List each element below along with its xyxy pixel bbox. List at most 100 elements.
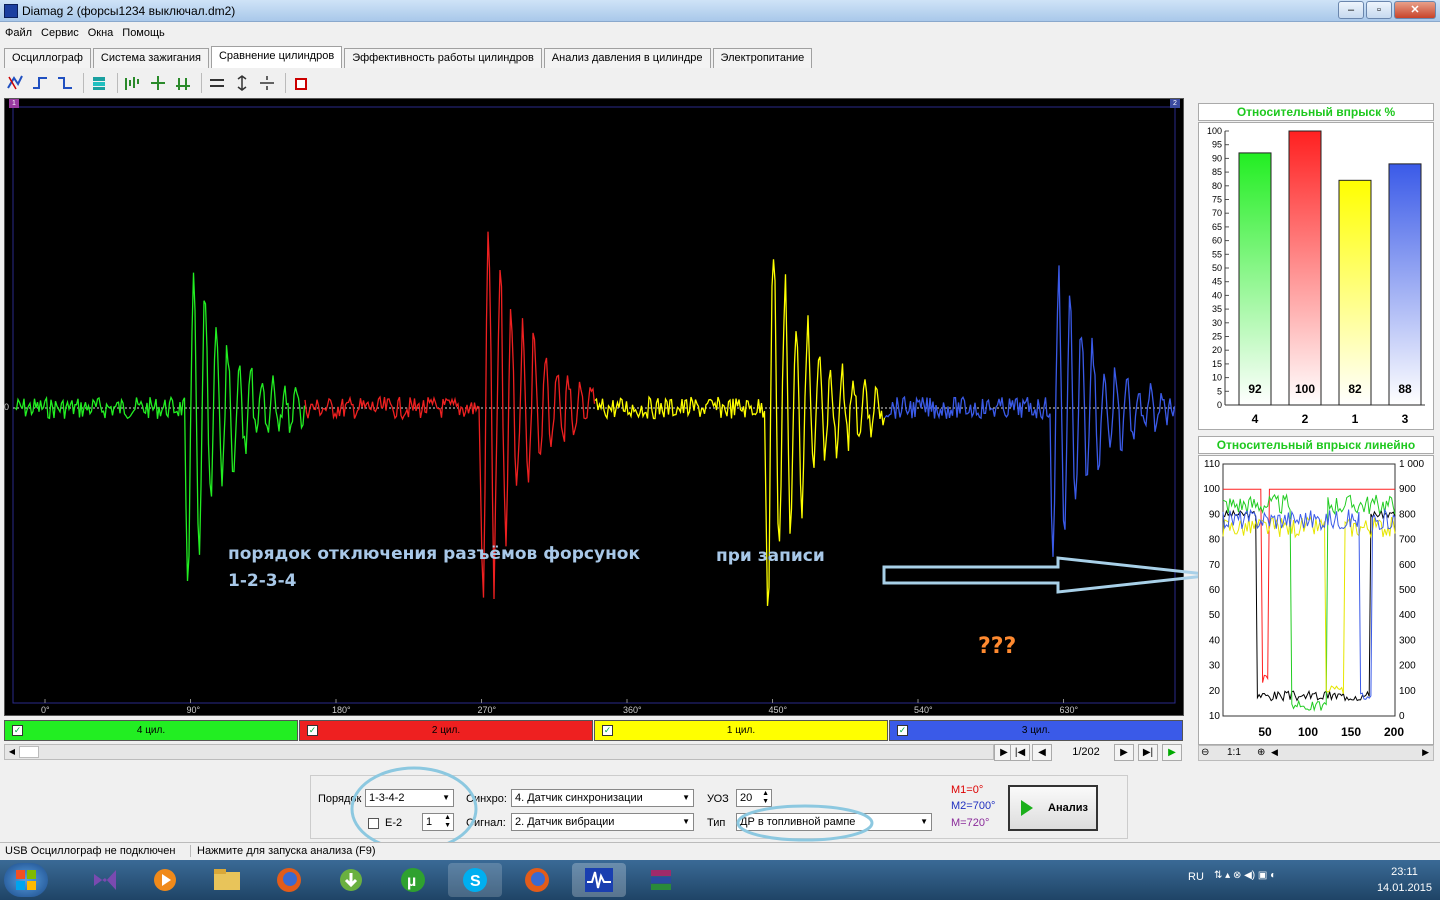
cylinder-checkbox[interactable]: ✓ bbox=[307, 725, 318, 736]
y-tick-label: 80 bbox=[1212, 181, 1222, 191]
cylinder-label: 4 цил. bbox=[136, 725, 166, 736]
tab-cylinder-efficiency[interactable]: Эффективность работы цилиндров bbox=[344, 48, 542, 68]
bar-cylinder-4 bbox=[1238, 152, 1272, 406]
tab-oscilloscope[interactable]: Осциллограф bbox=[4, 48, 91, 68]
horizontal-lines-icon[interactable] bbox=[206, 72, 228, 94]
split-icon[interactable] bbox=[172, 72, 194, 94]
cylinder-bar-1[interactable]: ✓ 1 цил. bbox=[594, 720, 888, 741]
y-tick-label: 15 bbox=[1212, 359, 1222, 369]
clock-date: 14.01.2015 bbox=[1376, 882, 1432, 894]
utorrent-icon[interactable]: µ bbox=[386, 863, 440, 897]
firefox-icon[interactable] bbox=[510, 863, 564, 897]
menu-help[interactable]: Помощь bbox=[122, 27, 165, 39]
cylinder-checkbox[interactable]: ✓ bbox=[602, 725, 613, 736]
y-right-tick-label: 800 bbox=[1399, 509, 1416, 520]
tab-pressure-analysis[interactable]: Анализ давления в цилиндре bbox=[543, 48, 711, 68]
cylinder-checkbox[interactable]: ✓ bbox=[897, 725, 908, 736]
prev-page-icon[interactable]: ◀ bbox=[1032, 744, 1052, 761]
cursor-tool-icon[interactable] bbox=[4, 72, 26, 94]
play-icon[interactable]: ▶ bbox=[1162, 744, 1182, 761]
menu-windows[interactable]: Окна bbox=[88, 27, 114, 39]
oscilloscope-view[interactable]: 0° 90° 180° 270° 360° 450° 540° 630° bbox=[4, 98, 1184, 716]
annotation-order-sequence: 1-2-3-4 bbox=[228, 571, 297, 591]
analyze-label: Анализ bbox=[1048, 802, 1088, 814]
compress-icon[interactable] bbox=[256, 72, 278, 94]
x-tick-label: 50 bbox=[1258, 725, 1272, 739]
last-page-icon[interactable]: ▶| bbox=[1138, 744, 1158, 761]
marker-right[interactable]: 2 bbox=[1170, 99, 1180, 108]
layers-icon[interactable] bbox=[88, 72, 110, 94]
y-left-tick-label: 100 bbox=[1203, 484, 1220, 495]
clock[interactable]: 23:11 14.01.2015 bbox=[1377, 864, 1432, 896]
scroll-thumb[interactable] bbox=[19, 746, 39, 758]
maximize-button[interactable]: ▫ bbox=[1366, 1, 1392, 19]
diamag-icon[interactable] bbox=[572, 863, 626, 897]
y-tick-label: 50 bbox=[1212, 263, 1222, 273]
x-tick-label: 0° bbox=[41, 705, 50, 715]
language-indicator[interactable]: RU bbox=[1188, 871, 1204, 883]
report-icon[interactable] bbox=[290, 72, 312, 94]
scroll-left-icon[interactable]: ◀ bbox=[5, 745, 19, 759]
channels-icon[interactable] bbox=[122, 72, 144, 94]
media-player-icon[interactable] bbox=[138, 863, 192, 897]
falling-edge-icon[interactable] bbox=[54, 72, 76, 94]
y-right-tick-label: 600 bbox=[1399, 560, 1416, 571]
y-tick-label: 5 bbox=[1217, 386, 1222, 396]
play-icon bbox=[1021, 800, 1033, 816]
menu-file[interactable]: Файл bbox=[5, 27, 32, 39]
menu-service[interactable]: Сервис bbox=[41, 27, 79, 39]
cylinder-bar-4[interactable]: ✓ 4 цил. bbox=[4, 720, 298, 741]
first-page-icon[interactable]: |◀ bbox=[1010, 744, 1030, 761]
tab-cylinder-compare[interactable]: Сравнение цилиндров bbox=[210, 46, 343, 68]
cylinder-bar-2[interactable]: ✓ 2 цил. bbox=[299, 720, 593, 741]
x-tick-label: 450° bbox=[769, 705, 788, 715]
annotation-record: при записи bbox=[716, 546, 825, 566]
minimize-button[interactable]: – bbox=[1338, 1, 1364, 19]
tab-ignition[interactable]: Система зажигания bbox=[92, 48, 209, 68]
bar-value-label: 92 bbox=[1248, 382, 1262, 396]
zoom-out-icon[interactable]: ⊖ bbox=[1201, 747, 1209, 758]
bar-chart: 1009590858075706560555045403530252015105… bbox=[1207, 126, 1425, 426]
tab-strip: Осциллограф Система зажигания Сравнение … bbox=[4, 46, 814, 68]
zoom-in-icon[interactable]: ⊕ bbox=[1257, 747, 1265, 758]
bar-chart-panel: 100 95 90 85 80 75 70 65 60 55 50 45 40 35 30 25 20 15 10 5… bbox=[1198, 122, 1434, 430]
marker-left[interactable]: 1 bbox=[9, 99, 19, 108]
next-page-icon[interactable]: ▶ bbox=[1114, 744, 1134, 761]
rising-edge-icon[interactable] bbox=[29, 72, 51, 94]
waveform-plot: 0° 90° 180° 270° 360° 450° 540° 630° bbox=[12, 106, 1176, 715]
cylinder-bar-3[interactable]: ✓ 3 цил. bbox=[889, 720, 1183, 741]
tab-power[interactable]: Электропитание bbox=[712, 48, 813, 68]
close-button[interactable]: ✕ bbox=[1394, 1, 1436, 19]
bar-cylinder-1 bbox=[1338, 179, 1372, 406]
y-tick-label: 90 bbox=[1212, 153, 1222, 163]
visual-studio-icon[interactable] bbox=[78, 863, 132, 897]
firefox-icon[interactable] bbox=[262, 863, 316, 897]
window-title: Diamag 2 (форсы1234 выключал.dm2) bbox=[22, 4, 236, 18]
bar-chart-title: Относительный впрыск % bbox=[1198, 103, 1434, 121]
annotation-order: порядок отключения разъёмов форсунок bbox=[228, 544, 641, 564]
x-tick-label: 360° bbox=[623, 705, 642, 715]
taskbar: µ S RU ⇅ ▴ ⊗ ◀) ▣ ◐ 23:11 14.01.2015 bbox=[0, 860, 1440, 900]
status-usb: USB Осциллограф не подключен bbox=[5, 845, 176, 857]
start-button[interactable] bbox=[4, 863, 48, 897]
chart-scroll-right-icon[interactable]: ▶ bbox=[1422, 747, 1429, 758]
annotation-arrow-icon bbox=[882, 556, 1215, 594]
toolbar-separator bbox=[83, 73, 84, 93]
file-explorer-icon[interactable] bbox=[200, 863, 254, 897]
sync-marker-icon[interactable] bbox=[147, 72, 169, 94]
svg-text:S: S bbox=[470, 873, 481, 890]
bar-category-label: 2 bbox=[1302, 412, 1309, 426]
download-icon[interactable] bbox=[324, 863, 378, 897]
cylinder-checkbox[interactable]: ✓ bbox=[12, 725, 23, 736]
vertical-scale-icon[interactable] bbox=[231, 72, 253, 94]
x-tick-label: 90° bbox=[187, 705, 201, 715]
tray-icons[interactable]: ⇅ ▴ ⊗ ◀) ▣ ◐ bbox=[1214, 870, 1276, 881]
chart-scroll-left-icon[interactable]: ◀ bbox=[1271, 747, 1278, 758]
horizontal-scrollbar[interactable]: ◀ bbox=[4, 744, 994, 760]
analyze-button[interactable]: Анализ bbox=[1008, 785, 1098, 831]
skype-icon[interactable]: S bbox=[448, 863, 502, 897]
y-tick-label: 75 bbox=[1212, 195, 1222, 205]
winrar-icon[interactable] bbox=[634, 863, 688, 897]
x-tick-label: 100 bbox=[1298, 725, 1318, 739]
bar-value-label: 88 bbox=[1398, 382, 1412, 396]
